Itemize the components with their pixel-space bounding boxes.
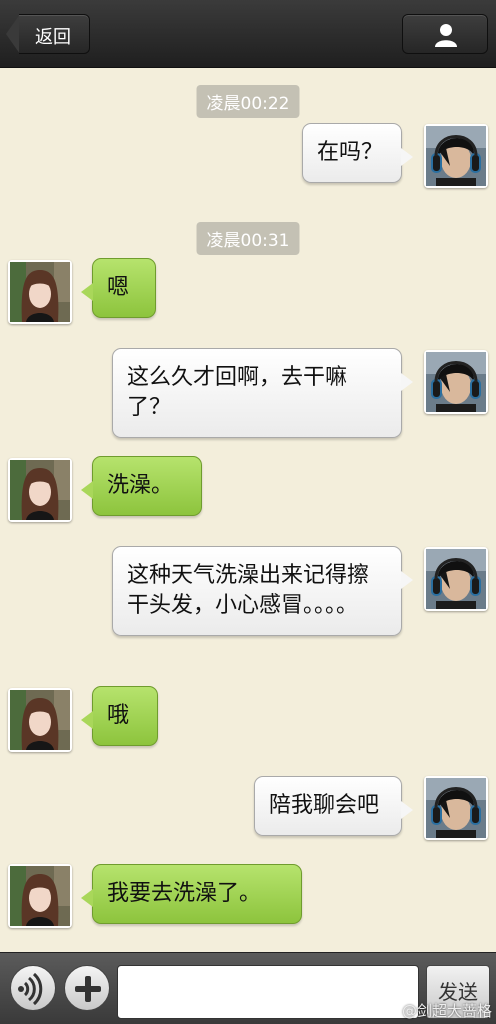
profile-button[interactable] bbox=[402, 14, 488, 54]
contact-avatar[interactable] bbox=[8, 260, 72, 324]
message-bubble-incoming[interactable]: 洗澡。 bbox=[81, 456, 202, 516]
message-bubble-outgoing[interactable]: 这种天气洗澡出来记得擦干头发，小心感冒。。。。 bbox=[112, 546, 413, 636]
back-arrow-icon bbox=[6, 14, 20, 54]
contact-avatar-image bbox=[10, 690, 70, 750]
user-avatar-image bbox=[426, 778, 486, 838]
contact-avatar[interactable] bbox=[8, 688, 72, 752]
contact-avatar-image bbox=[10, 262, 70, 322]
timestamp: 凌晨00:31 bbox=[196, 222, 300, 255]
chat-area[interactable]: 凌晨00:22 在吗？ 凌晨00:31 嗯 这么久才回啊，去干嘛了？ 洗澡。 这… bbox=[0, 68, 496, 952]
message-bubble-outgoing[interactable]: 陪我聊会吧 bbox=[254, 776, 413, 836]
back-button[interactable]: 返回 bbox=[6, 14, 90, 54]
back-button-label: 返回 bbox=[35, 27, 71, 48]
top-bar: 返回 bbox=[0, 0, 496, 68]
watermark-text: @剑超大蔷格 bbox=[401, 1002, 492, 1020]
message-bubble-outgoing[interactable]: 在吗？ bbox=[302, 123, 413, 183]
user-avatar[interactable] bbox=[424, 547, 488, 611]
user-avatar-image bbox=[426, 126, 486, 186]
timestamp: 凌晨00:22 bbox=[196, 85, 300, 118]
message-bubble-incoming[interactable]: 嗯 bbox=[81, 258, 156, 318]
message-bubble-outgoing[interactable]: 这么久才回啊，去干嘛了？ bbox=[112, 348, 413, 438]
plus-button[interactable] bbox=[64, 965, 110, 1011]
contact-avatar[interactable] bbox=[8, 864, 72, 928]
message-input[interactable] bbox=[117, 965, 419, 1019]
person-icon bbox=[435, 24, 457, 47]
user-avatar-image bbox=[426, 352, 486, 412]
contact-avatar-image bbox=[10, 460, 70, 520]
voice-button[interactable] bbox=[10, 965, 56, 1011]
message-bubble-incoming[interactable]: 我要去洗澡了。 bbox=[81, 864, 302, 924]
voice-icon bbox=[18, 972, 43, 1006]
contact-avatar[interactable] bbox=[8, 458, 72, 522]
user-avatar[interactable] bbox=[424, 776, 488, 840]
user-avatar[interactable] bbox=[424, 124, 488, 188]
user-avatar-image bbox=[426, 549, 486, 609]
plus-icon bbox=[75, 976, 101, 1002]
message-bubble-incoming[interactable]: 哦 bbox=[81, 686, 158, 746]
contact-avatar-image bbox=[10, 866, 70, 926]
user-avatar[interactable] bbox=[424, 350, 488, 414]
